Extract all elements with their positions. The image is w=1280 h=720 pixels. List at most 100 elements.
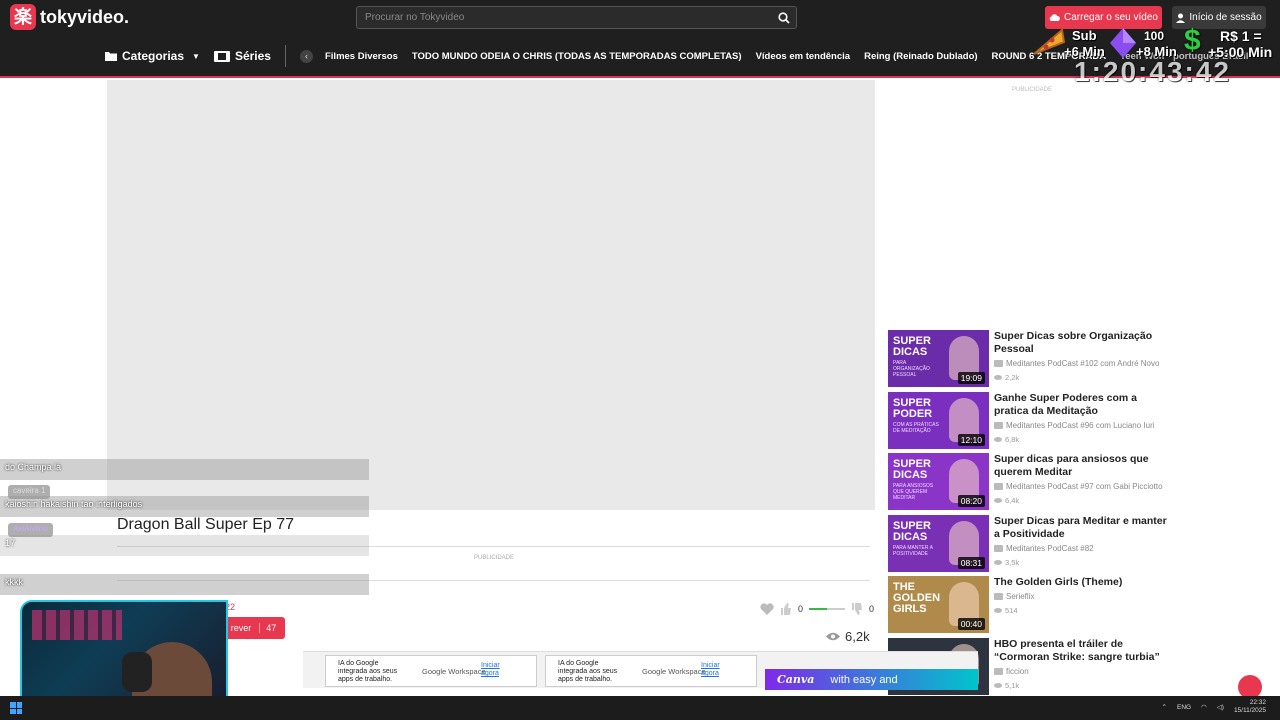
video-duration: 12:10 [957,433,985,446]
video-player[interactable] [107,80,875,510]
channel-icon [994,667,1003,675]
related-video-item[interactable]: SUPER DICAS PARA ORGANIZAÇÃO PESSOAL 19:… [888,330,1178,392]
clock-time: 22:32 [1249,699,1266,706]
google-ad[interactable]: IA do Google integrada aos seus apps de … [325,655,537,687]
ad-brand: Google Workspace [422,667,486,676]
video-thumbnail[interactable]: THE GOLDEN GIRLS 00:40 [888,576,989,633]
canva-logo: Canva [777,673,815,686]
thumbnail-title: THE GOLDEN GIRLS [893,581,941,615]
search-input[interactable] [357,7,767,28]
search-icon [778,11,790,24]
volume-icon[interactable]: ◁) [1217,703,1224,711]
sub-label: Sub [1072,28,1097,43]
caret-down-icon: ▼ [192,51,200,61]
search-bar [356,6,797,29]
chat-text: kaioshin hakaishin tao interligados [5,499,143,509]
ad-text: IA do Google integrada aos seus apps de … [338,660,398,683]
view-count: 6,2k [845,629,870,644]
folder-icon [105,52,117,61]
thumbnail-title: SUPER DICAS [893,458,931,481]
related-video-item[interactable]: SUPER DICAS PARA ANSIOSOS QUE QUEREM MED… [888,453,1178,515]
wifi-icon[interactable]: ◠ [1201,703,1207,711]
related-video-title[interactable]: Super Dicas para Meditar e manter a Posi… [994,515,1174,541]
video-thumbnail[interactable]: SUPER PODER COM AS PRÁTICAS DE MEDITAÇÃO… [888,391,989,449]
site-logo[interactable]: 楽 tokyvideo. [10,4,129,30]
logo-icon: 楽 [10,4,36,30]
thumbnail-title: SUPER DICAS [893,519,931,543]
related-video-title[interactable]: The Golden Girls (Theme) [994,576,1174,589]
nav-link[interactable]: Reing (Reinado Dublado) [864,51,977,62]
eye-icon [994,375,1002,380]
thumbnail-subtitle: PARA MANTER A POSITIVIDADE [893,544,933,557]
video-thumbnail[interactable]: SUPER DICAS PARA MANTER A POSITIVIDADE 0… [888,514,989,572]
nav-link[interactable]: Filmes Diversos [325,51,398,62]
channel-icon [994,360,1003,367]
heart-icon[interactable] [760,603,774,615]
nav-divider [284,45,286,67]
eye-icon [994,608,1002,613]
series-menu[interactable]: Séries [213,49,271,63]
clock[interactable]: 22:32 15/11/2025 [1234,699,1266,715]
login-label: Início de sessão [1189,12,1262,23]
related-video-views: 6,8k [994,435,1019,444]
ad-brand: Google Workspace [642,667,706,676]
pizza-icon [1033,28,1066,55]
related-video-item[interactable]: THE GOLDEN GIRLS 00:40 The Golden Girls … [888,576,1178,638]
ad-cta[interactable]: Iniciar agora [481,662,511,678]
channel-icon [994,544,1003,552]
chat-message: 17 [0,535,369,556]
like-ratio-bar [809,608,846,610]
chat-message: kaioshin hakaishin tao interligados [0,496,369,517]
categories-menu[interactable]: Categorias ▼ [105,49,200,63]
windows-start-icon[interactable] [10,702,22,714]
canva-ad[interactable]: Canva with easy and [765,669,978,690]
chevron-left-icon[interactable]: ‹ [299,49,313,63]
subscriber-count: 47 [259,623,276,633]
related-video-title[interactable]: Super Dicas sobre Organização Pessoal [994,330,1174,356]
related-video-title[interactable]: HBO presenta el tráiler de “Cormoran Str… [994,638,1174,664]
thumbs-down-icon[interactable] [851,603,863,615]
related-video-channel: Serieflix [994,592,1034,601]
eye-icon [994,498,1002,503]
chevron-up-icon[interactable]: ⌃ [1162,703,1167,711]
user-icon [1176,13,1186,23]
thumbnail-title: SUPER DICAS [893,335,931,358]
bits-amount: 100 [1144,29,1165,43]
language-indicator[interactable]: ENG [1177,704,1191,711]
nav-link[interactable]: Vídeos em tendência [756,51,851,62]
nav-link[interactable]: TODO MUNDO ODEIA O CHRIS (TODAS AS TEMPO… [412,51,742,62]
dislike-count: 0 [869,604,875,614]
related-video-views: 2,2k [994,373,1019,382]
video-duration: 19:09 [957,372,985,384]
dollar-icon: $ [1184,24,1201,57]
subscribe-button[interactable]: rever 47 [222,617,285,639]
related-video-channel: ficcion [994,667,1029,676]
eye-icon [826,632,840,641]
thumbnail-subtitle: PARA ORGANIZAÇÃO PESSOAL [893,360,930,378]
chat-text: do Champa lá [5,462,62,472]
stream-subathon-overlay: Sub +6 Min 100 +8 Min $ R$ 1 = +5:00 Min… [1032,24,1280,87]
subathon-timer: 1:20:43:42 [1074,56,1231,87]
screen: { "header": { "logo_text": "tokyvideo.",… [0,0,1280,720]
eye-icon [994,559,1002,565]
eye-icon [994,436,1002,442]
related-video-title[interactable]: Super dicas para ansiosos que querem Med… [994,453,1174,479]
ad-cta[interactable]: Iniciar agora [701,662,731,678]
google-ad[interactable]: IA do Google integrada aos seus apps de … [545,655,757,687]
webcam-shelf [32,610,122,640]
related-video-views: 514 [994,606,1018,615]
thumbs-up-icon[interactable] [780,603,792,615]
ad-text: IA do Google integrada aos seus apps de … [558,660,618,683]
related-video-title[interactable]: Ganhe Super Poderes com a pratica da Med… [994,392,1174,418]
video-duration: 08:31 [957,556,985,569]
related-video-item[interactable]: SUPER PODER COM AS PRÁTICAS DE MEDITAÇÃO… [888,391,1178,454]
chat-text: kkkk [5,577,23,587]
related-video-channel: Meditantes PodCast #97 com Gabi Picciott… [994,482,1163,491]
series-label: Séries [234,49,271,63]
video-thumbnail[interactable]: SUPER DICAS PARA ORGANIZAÇÃO PESSOAL 19:… [888,330,989,387]
related-video-item[interactable]: SUPER DICAS PARA MANTER A POSITIVIDADE 0… [888,514,1178,577]
search-button[interactable] [774,9,794,26]
video-thumbnail[interactable]: SUPER DICAS PARA ANSIOSOS QUE QUEREM MED… [888,453,989,510]
chat-message: do Champa lá [0,459,369,480]
subscribe-label: rever [230,623,252,633]
